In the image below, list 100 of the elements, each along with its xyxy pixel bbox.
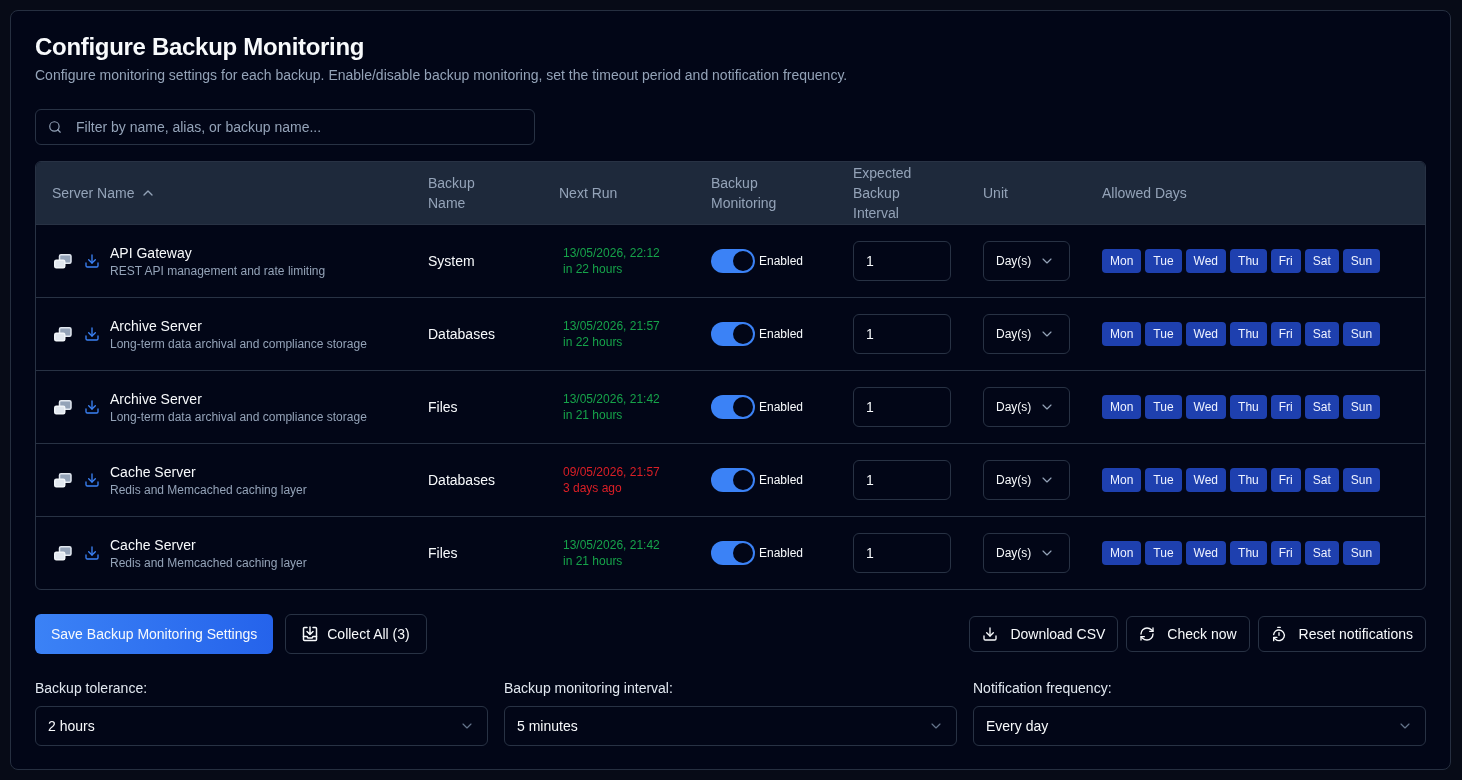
page-title: Configure Backup Monitoring [35,32,366,62]
day-toggle[interactable]: Sat [1304,541,1339,565]
download-icon[interactable] [84,326,100,342]
column-header: Next Run [559,184,618,203]
day-toggle[interactable]: Mon [1102,468,1142,492]
day-toggle[interactable]: Thu [1230,249,1267,273]
timer-reset-icon [1270,626,1287,642]
interval-input[interactable]: 1 [853,533,951,573]
day-toggle[interactable]: Sat [1304,468,1339,492]
unit-select[interactable]: Day(s) [983,314,1070,354]
next-run-date: 13/05/2026, 22:12 [563,245,660,261]
unit-select[interactable]: Day(s) [983,241,1070,281]
server-description: REST API management and rate limiting [110,263,326,279]
setting-label: Backup monitoring interval: [504,679,674,698]
day-toggle[interactable]: Fri [1270,395,1301,419]
next-run-relative: in 22 hours [563,261,624,277]
setting-label: Backup tolerance: [35,679,149,698]
next-run-date: 13/05/2026, 21:42 [563,391,660,407]
server-name: Cache Server [110,536,197,555]
toggle-switch[interactable] [711,322,755,346]
day-toggle[interactable]: Wed [1185,322,1227,346]
day-toggle[interactable]: Thu [1230,468,1267,492]
toggle-switch[interactable] [711,541,755,565]
search-field[interactable]: Filter by name, alias, or backup name... [35,109,535,145]
day-toggle[interactable]: Tue [1145,322,1182,346]
interval-input[interactable]: 1 [853,460,951,500]
setting-select[interactable]: 2 hours [35,706,488,746]
day-toggle[interactable]: Wed [1185,249,1227,273]
monitors-icon [54,545,72,561]
column-header[interactable]: Server Name [52,183,157,203]
toggle-label: Enabled [759,326,804,342]
server-description: Redis and Memcached caching layer [110,555,307,571]
day-toggle[interactable]: Tue [1145,468,1182,492]
day-toggle[interactable]: Thu [1230,322,1267,346]
refresh-icon [1139,626,1156,642]
day-toggle[interactable]: Fri [1270,468,1301,492]
backup-name: Databases [428,325,495,344]
unit-select[interactable]: Day(s) [983,387,1070,427]
interval-input[interactable]: 1 [853,241,951,281]
next-run-relative: 3 days ago [563,480,623,496]
collect-button[interactable]: Collect All (3) [285,614,427,654]
day-toggle[interactable]: Sat [1304,395,1339,419]
refresh-button[interactable]: Check now [1126,616,1250,652]
day-toggle[interactable]: Fri [1270,249,1301,273]
next-run-date: 13/05/2026, 21:42 [563,537,660,553]
download-icon[interactable] [84,399,100,415]
day-toggle[interactable]: Wed [1185,395,1227,419]
monitors-icon [54,326,72,342]
monitors-icon [54,399,72,415]
next-run-relative: in 21 hours [563,553,624,569]
server-name: API Gateway [110,244,193,263]
toggle-switch[interactable] [711,468,755,492]
day-toggle[interactable]: Sat [1304,249,1339,273]
day-toggle[interactable]: Wed [1185,541,1227,565]
interval-input[interactable]: 1 [853,387,951,427]
day-toggle[interactable]: Sun [1342,395,1381,419]
setting-label: Notification frequency: [973,679,1113,698]
save-button[interactable]: Save Backup Monitoring Settings [35,614,274,654]
setting-select[interactable]: Every day [973,706,1426,746]
page-subtitle: Configure monitoring settings for each backup. Enable/disable backup monitoring, set the timeout period and notification frequency. [35,66,849,85]
day-toggle[interactable]: Sun [1342,322,1381,346]
download-button[interactable]: Download CSV [969,616,1119,652]
server-name: Archive Server [110,317,203,336]
next-run-date: 09/05/2026, 21:57 [563,464,660,480]
interval-input[interactable]: 1 [853,314,951,354]
toggle-label: Enabled [759,472,804,488]
day-toggle[interactable]: Sun [1342,541,1381,565]
day-toggle[interactable]: Tue [1145,249,1182,273]
search-icon [48,120,62,134]
unit-select[interactable]: Day(s) [983,460,1070,500]
unit-select[interactable]: Day(s) [983,533,1070,573]
day-toggle[interactable]: Mon [1102,395,1142,419]
day-toggle[interactable]: Sat [1304,322,1339,346]
day-toggle[interactable]: Wed [1185,468,1227,492]
server-description: Long-term data archival and compliance storage [110,409,367,425]
day-toggle[interactable]: Fri [1270,541,1301,565]
day-toggle[interactable]: Thu [1230,395,1267,419]
backup-name: Files [428,544,458,563]
download-icon[interactable] [84,253,100,269]
toggle-switch[interactable] [711,249,755,273]
reset-button[interactable]: Reset notifications [1257,616,1426,652]
setting-select[interactable]: 5 minutes [504,706,957,746]
column-header: Unit [983,184,1008,203]
download-icon[interactable] [84,472,100,488]
download-icon [982,626,999,642]
day-toggle[interactable]: Fri [1270,322,1301,346]
toggle-switch[interactable] [711,395,755,419]
backup-name: System [428,252,475,271]
backup-name: Files [428,398,458,417]
day-toggle[interactable]: Tue [1145,541,1182,565]
day-toggle[interactable]: Mon [1102,322,1142,346]
day-toggle[interactable]: Sun [1342,249,1381,273]
server-name: Archive Server [110,390,203,409]
day-toggle[interactable]: Sun [1342,468,1381,492]
day-toggle[interactable]: Tue [1145,395,1182,419]
monitors-icon [54,253,72,269]
day-toggle[interactable]: Mon [1102,249,1142,273]
day-toggle[interactable]: Mon [1102,541,1142,565]
day-toggle[interactable]: Thu [1230,541,1267,565]
download-icon[interactable] [84,545,100,561]
